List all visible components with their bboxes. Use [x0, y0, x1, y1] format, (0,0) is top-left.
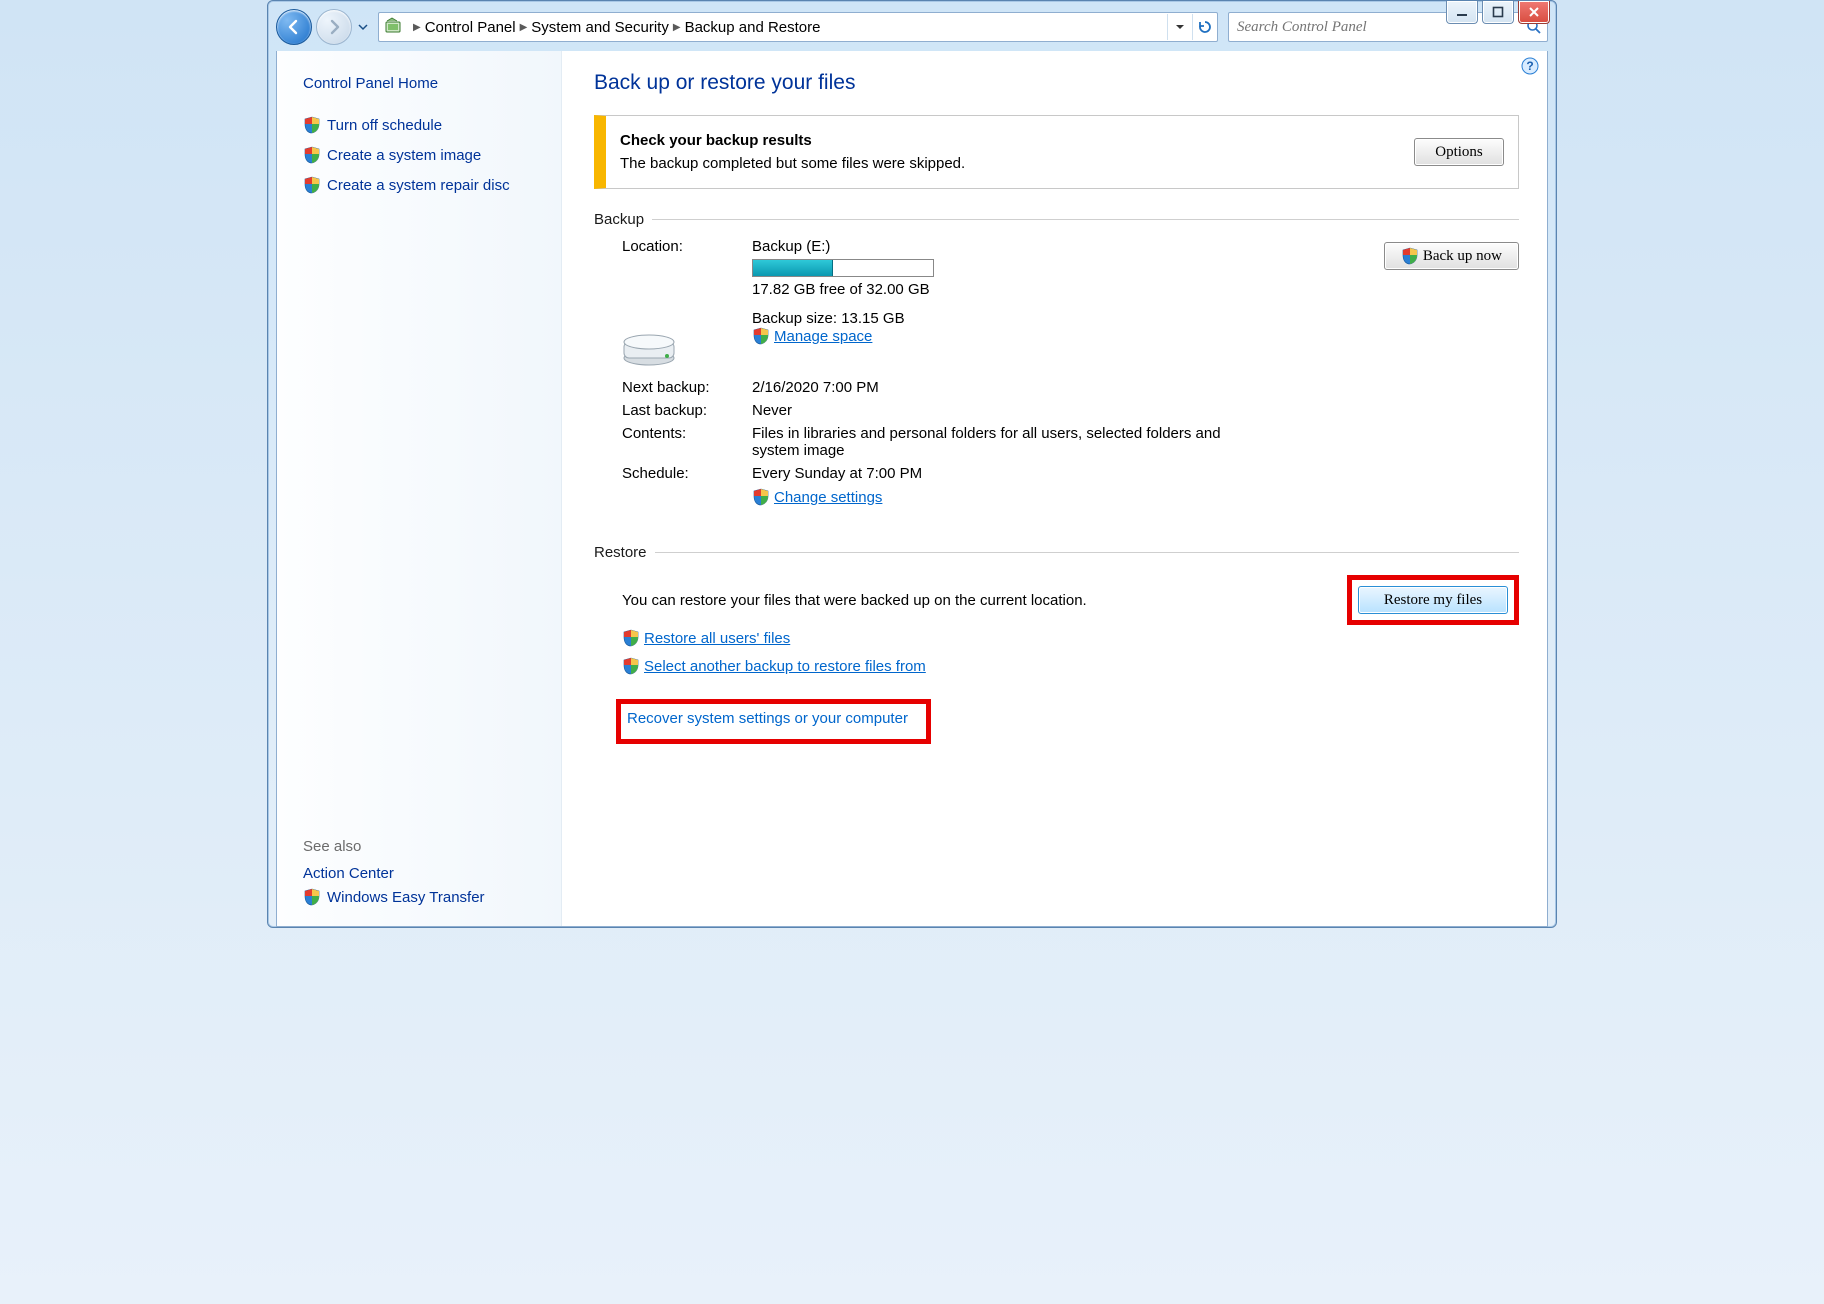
drive-name: Backup (E:) — [752, 238, 1384, 255]
address-bar[interactable]: ▶ Control Panel ▶ System and Security ▶ … — [378, 12, 1218, 42]
breadcrumb-item[interactable]: Backup and Restore — [685, 19, 821, 36]
backup-results-notice: Check your backup results The backup com… — [594, 115, 1519, 189]
restore-all-users-link[interactable]: Restore all users' files — [622, 629, 790, 647]
shield-icon — [622, 629, 640, 647]
svg-text:?: ? — [1526, 59, 1533, 73]
group-label-text: Backup — [594, 211, 644, 228]
sidebar-link-turn-off-schedule[interactable]: Turn off schedule — [303, 116, 547, 134]
options-button[interactable]: Options — [1414, 138, 1504, 166]
sidebar-link-label: Create a system image — [327, 147, 481, 164]
chevron-right-icon: ▶ — [520, 22, 528, 33]
shield-icon — [752, 488, 770, 506]
shield-icon — [622, 657, 640, 675]
restore-my-files-button[interactable]: Restore my files — [1358, 586, 1508, 614]
restore-group-label: Restore — [594, 544, 1519, 561]
last-backup-value: Never — [752, 402, 1519, 419]
sidebar-link-label: Create a system repair disc — [327, 177, 510, 194]
sidebar-link-create-system-image[interactable]: Create a system image — [303, 146, 547, 164]
sidebar: Control Panel Home Turn off schedule Cre… — [277, 51, 562, 926]
breadcrumb-item[interactable]: Control Panel — [425, 19, 516, 36]
nav-back-button[interactable] — [276, 9, 312, 45]
window-frame: ▶ Control Panel ▶ System and Security ▶ … — [267, 0, 1557, 928]
address-dropdown-button[interactable] — [1167, 14, 1192, 40]
chevron-right-icon: ▶ — [413, 22, 421, 33]
recover-system-link[interactable]: Recover system settings or your computer — [627, 710, 908, 727]
restore-all-users-label: Restore all users' files — [644, 630, 790, 647]
highlight-annotation: Recover system settings or your computer — [616, 699, 931, 744]
toolbar: ▶ Control Panel ▶ System and Security ▶ … — [268, 1, 1556, 51]
nav-history-dropdown[interactable] — [356, 22, 370, 32]
next-backup-label: Next backup: — [622, 379, 752, 396]
chevron-right-icon: ▶ — [673, 22, 681, 33]
sidebar-home-link[interactable]: Control Panel Home — [303, 75, 547, 92]
shield-icon — [752, 327, 770, 345]
shield-icon — [303, 146, 321, 164]
sidebar-link-create-repair-disc[interactable]: Create a system repair disc — [303, 176, 547, 194]
schedule-value: Every Sunday at 7:00 PM — [752, 465, 1519, 482]
next-backup-value: 2/16/2020 7:00 PM — [752, 379, 1519, 396]
breadcrumb-item[interactable]: System and Security — [531, 19, 669, 36]
highlight-annotation: Restore my files — [1347, 575, 1519, 625]
group-label-text: Restore — [594, 544, 647, 561]
shield-icon — [303, 888, 321, 906]
close-button[interactable] — [1518, 1, 1550, 24]
select-another-backup-link[interactable]: Select another backup to restore files f… — [622, 657, 926, 675]
capacity-text: 17.82 GB free of 32.00 GB — [752, 281, 1384, 298]
manage-space-label: Manage space — [774, 328, 872, 345]
restore-intro-text: You can restore your files that were bac… — [622, 592, 1347, 609]
capacity-fill — [753, 260, 833, 276]
select-another-backup-label: Select another backup to restore files f… — [644, 658, 926, 675]
help-icon[interactable]: ? — [1521, 57, 1539, 79]
shield-icon — [1401, 247, 1419, 265]
contents-label: Contents: — [622, 425, 752, 459]
nav-forward-button[interactable] — [316, 9, 352, 45]
sidebar-link-easy-transfer[interactable]: Windows Easy Transfer — [303, 888, 547, 906]
change-settings-label: Change settings — [774, 489, 882, 506]
shield-icon — [303, 116, 321, 134]
sidebar-link-label: Action Center — [303, 865, 394, 882]
maximize-button[interactable] — [1482, 1, 1514, 24]
backup-now-button[interactable]: Back up now — [1384, 242, 1519, 270]
refresh-button[interactable] — [1192, 14, 1217, 40]
manage-space-link[interactable]: Manage space — [752, 327, 872, 345]
control-panel-icon — [383, 16, 405, 38]
backup-now-label: Back up now — [1423, 248, 1502, 265]
capacity-bar — [752, 259, 934, 277]
notice-body: The backup completed but some files were… — [620, 155, 965, 172]
minimize-button[interactable] — [1446, 1, 1478, 24]
notice-title: Check your backup results — [620, 132, 1414, 149]
backup-group-label: Backup — [594, 211, 1519, 228]
content-pane: ? Back up or restore your files Check yo… — [562, 51, 1547, 926]
see-also-label: See also — [303, 838, 547, 855]
sidebar-link-label: Turn off schedule — [327, 117, 442, 134]
sidebar-link-action-center[interactable]: Action Center — [303, 865, 547, 882]
sidebar-link-label: Windows Easy Transfer — [327, 889, 485, 906]
schedule-label: Schedule: — [622, 465, 752, 482]
shield-icon — [303, 176, 321, 194]
contents-value: Files in libraries and personal folders … — [752, 425, 1222, 459]
drive-icon — [622, 328, 686, 372]
page-title: Back up or restore your files — [594, 71, 1519, 95]
location-label: Location: — [622, 238, 752, 255]
last-backup-label: Last backup: — [622, 402, 752, 419]
backup-size-text: Backup size: 13.15 GB — [752, 310, 1384, 327]
change-settings-link[interactable]: Change settings — [752, 488, 882, 506]
